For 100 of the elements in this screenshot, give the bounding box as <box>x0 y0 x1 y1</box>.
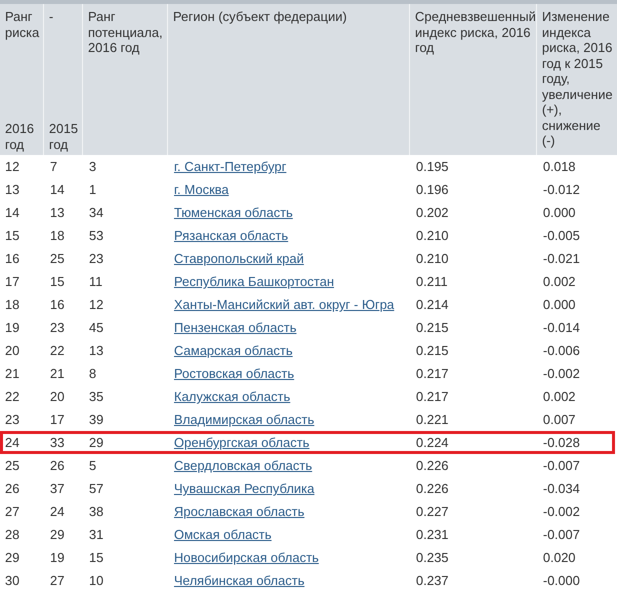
table-cell-text: 0.217 <box>415 366 450 381</box>
table-cell-text: 0.000 <box>542 297 577 312</box>
table-cell-text: 0.221 <box>415 412 450 427</box>
region-link[interactable]: Оренбургская область <box>174 435 310 450</box>
region-link[interactable]: Ханты-Мансийский авт. округ - Югра <box>174 297 394 312</box>
region-link[interactable]: Омская область <box>174 527 272 542</box>
table-cell-text: 15 <box>4 228 20 243</box>
column-header: Изменение индекса риска, 2016 год к 2015 году, увеличение (+), снижение (-) <box>542 9 613 148</box>
table-cell-text: 5 <box>88 458 98 473</box>
table-cell-text: -0.006 <box>542 343 581 358</box>
region-link[interactable]: Республика Башкортостан <box>174 274 334 289</box>
table-cell-text: 29 <box>4 550 20 565</box>
table-cell-text: 0.231 <box>415 527 450 542</box>
table-cell-text: -0.002 <box>542 366 581 381</box>
table-cell-text: 26 <box>49 458 66 473</box>
column-header: 2015 год <box>49 121 78 152</box>
table-cell-text: 28 <box>4 527 20 542</box>
table-cell-text: -0.014 <box>542 320 581 335</box>
table-cell-text: -0.034 <box>542 481 581 496</box>
table-cell-text: 0.007 <box>542 412 577 427</box>
region-link[interactable]: Чувашская Республика <box>174 481 314 496</box>
table-cell-text: 0.000 <box>542 205 577 220</box>
region-link[interactable]: Рязанская область <box>174 228 288 243</box>
table-cell-text: 3 <box>88 159 98 174</box>
table-cell-text: 22 <box>49 343 66 358</box>
table-cell-text: 1 <box>88 182 98 197</box>
table-cell-text: -0.012 <box>542 182 581 197</box>
table-cell-text: 0.215 <box>415 320 450 335</box>
table-cell-text: 14 <box>4 205 20 220</box>
table-cell-text: 13 <box>49 205 66 220</box>
table-cell-text: 24 <box>4 435 20 450</box>
table-cell-text: 20 <box>49 389 66 404</box>
table-cell-text: 0.196 <box>415 182 450 197</box>
table-cell-text: 0.210 <box>415 228 450 243</box>
table-cell-text: 27 <box>4 504 20 519</box>
region-link[interactable]: Новосибирская область <box>174 550 319 565</box>
table-cell-text: 0.210 <box>415 251 450 266</box>
table-cell-text: 12 <box>88 297 104 312</box>
region-link[interactable]: Владимирская область <box>174 412 314 427</box>
table-cell-text: 53 <box>88 228 104 243</box>
table-cell-text: 19 <box>4 320 20 335</box>
table-cell-text: 0.237 <box>415 573 450 588</box>
table-cell-text: -0.000 <box>542 573 581 588</box>
region-link[interactable]: Калужская область <box>174 389 290 404</box>
region-link[interactable]: г. Санкт-Петербург <box>174 159 286 174</box>
table-cell-text: 10 <box>88 573 104 588</box>
table-cell-text: 0.195 <box>415 159 450 174</box>
table-cell-text: 15 <box>88 550 104 565</box>
table-cell-text: 24 <box>49 504 66 519</box>
table-cell-text: 19 <box>49 550 66 565</box>
table-cell-text: 57 <box>88 481 104 496</box>
table-cell-text: 17 <box>4 274 20 289</box>
region-link[interactable]: г. Москва <box>174 182 229 197</box>
table-cell-text: 29 <box>88 435 104 450</box>
table-cell-text: 20 <box>4 343 20 358</box>
table-cell-text: 22 <box>4 389 20 404</box>
table-cell-text: 7 <box>49 159 58 174</box>
table-cell-text: 0.235 <box>415 550 450 565</box>
region-link[interactable]: Самарская область <box>174 343 293 358</box>
table-cell-text: 13 <box>4 182 20 197</box>
table-cell-text: 35 <box>88 389 104 404</box>
region-link[interactable]: Челябинская область <box>174 573 304 588</box>
table-cell-text: 11 <box>88 274 104 289</box>
table-cell-text: 13 <box>88 343 104 358</box>
table-cell-text: 33 <box>49 435 66 450</box>
region-link[interactable]: Свердловская область <box>174 458 312 473</box>
table-cell-text: 0.217 <box>415 389 450 404</box>
table-cell-text: 0.211 <box>415 274 449 289</box>
region-link[interactable]: Ярославская область <box>174 504 304 519</box>
region-link[interactable]: Ростовская область <box>174 366 294 381</box>
table-cell-text: 31 <box>88 527 104 542</box>
table-cell-text: -0.021 <box>542 251 581 266</box>
table-cell-text: 8 <box>88 366 98 381</box>
table-cell-text: 21 <box>49 366 66 381</box>
region-link[interactable]: Тюменская область <box>174 205 293 220</box>
table-cell-text: 0.226 <box>415 481 450 496</box>
table-cell-text: 27 <box>49 573 66 588</box>
region-link[interactable]: Ставропольский край <box>174 251 304 266</box>
table-cell-text: 34 <box>88 205 104 220</box>
region-link[interactable]: Пензенская область <box>174 320 296 335</box>
table-cell-text: 0.018 <box>542 159 577 174</box>
table-cell-text: 0.227 <box>415 504 450 519</box>
table-cell-text: 21 <box>4 366 20 381</box>
table-cell-text: -0.005 <box>542 228 581 243</box>
table-cell-text: 0.002 <box>542 274 577 289</box>
table-cell-text: 0.202 <box>415 205 450 220</box>
column-header: Регион (субъект федерации) <box>173 9 348 24</box>
table-cell-text: -0.028 <box>542 435 581 450</box>
column-header: Ранг риска <box>5 9 39 40</box>
table-cell-text: 0.215 <box>415 343 450 358</box>
table-cell-text: 16 <box>4 251 20 266</box>
table-cell-text: -0.007 <box>542 458 581 473</box>
table-cell-text: 45 <box>88 320 104 335</box>
table-cell-text: 18 <box>4 297 20 312</box>
table-cell-text: 12 <box>4 159 20 174</box>
column-header: - <box>49 9 54 24</box>
table-cell-text: -0.002 <box>542 504 581 519</box>
table-cell-text: 17 <box>49 412 66 427</box>
table-cell-text: 0.226 <box>415 458 450 473</box>
table-cell-text: -0.007 <box>542 527 581 542</box>
